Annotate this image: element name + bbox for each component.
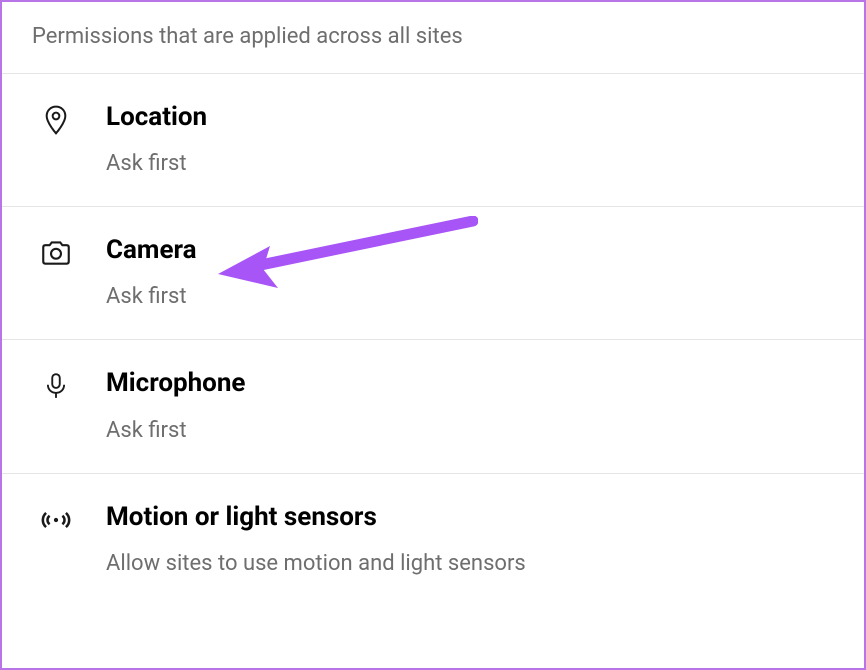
permission-subtitle: Allow sites to use motion and light sens… — [106, 551, 526, 576]
permission-subtitle: Ask first — [106, 418, 245, 443]
camera-icon — [38, 235, 74, 271]
permission-item-motion-sensors[interactable]: Motion or light sensors Allow sites to u… — [2, 474, 864, 606]
permission-subtitle: Ask first — [106, 151, 207, 176]
permission-title: Motion or light sensors — [106, 502, 526, 533]
permission-item-location[interactable]: Location Ask first — [2, 74, 864, 207]
permission-item-microphone[interactable]: Microphone Ask first — [2, 340, 864, 473]
permission-text: Microphone Ask first — [106, 368, 245, 442]
permissions-panel: Permissions that are applied across all … — [0, 0, 866, 670]
permission-text: Location Ask first — [106, 102, 207, 176]
permission-text: Camera Ask first — [106, 235, 197, 309]
header-description: Permissions that are applied across all … — [32, 24, 834, 49]
permission-title: Microphone — [106, 368, 245, 399]
permission-item-camera[interactable]: Camera Ask first — [2, 207, 864, 340]
permissions-header: Permissions that are applied across all … — [2, 2, 864, 74]
location-icon — [38, 102, 74, 138]
microphone-icon — [38, 368, 74, 404]
permission-text: Motion or light sensors Allow sites to u… — [106, 502, 526, 576]
permission-subtitle: Ask first — [106, 284, 197, 309]
motion-sensor-icon — [38, 502, 74, 538]
permission-title: Location — [106, 102, 207, 133]
permission-title: Camera — [106, 235, 197, 266]
